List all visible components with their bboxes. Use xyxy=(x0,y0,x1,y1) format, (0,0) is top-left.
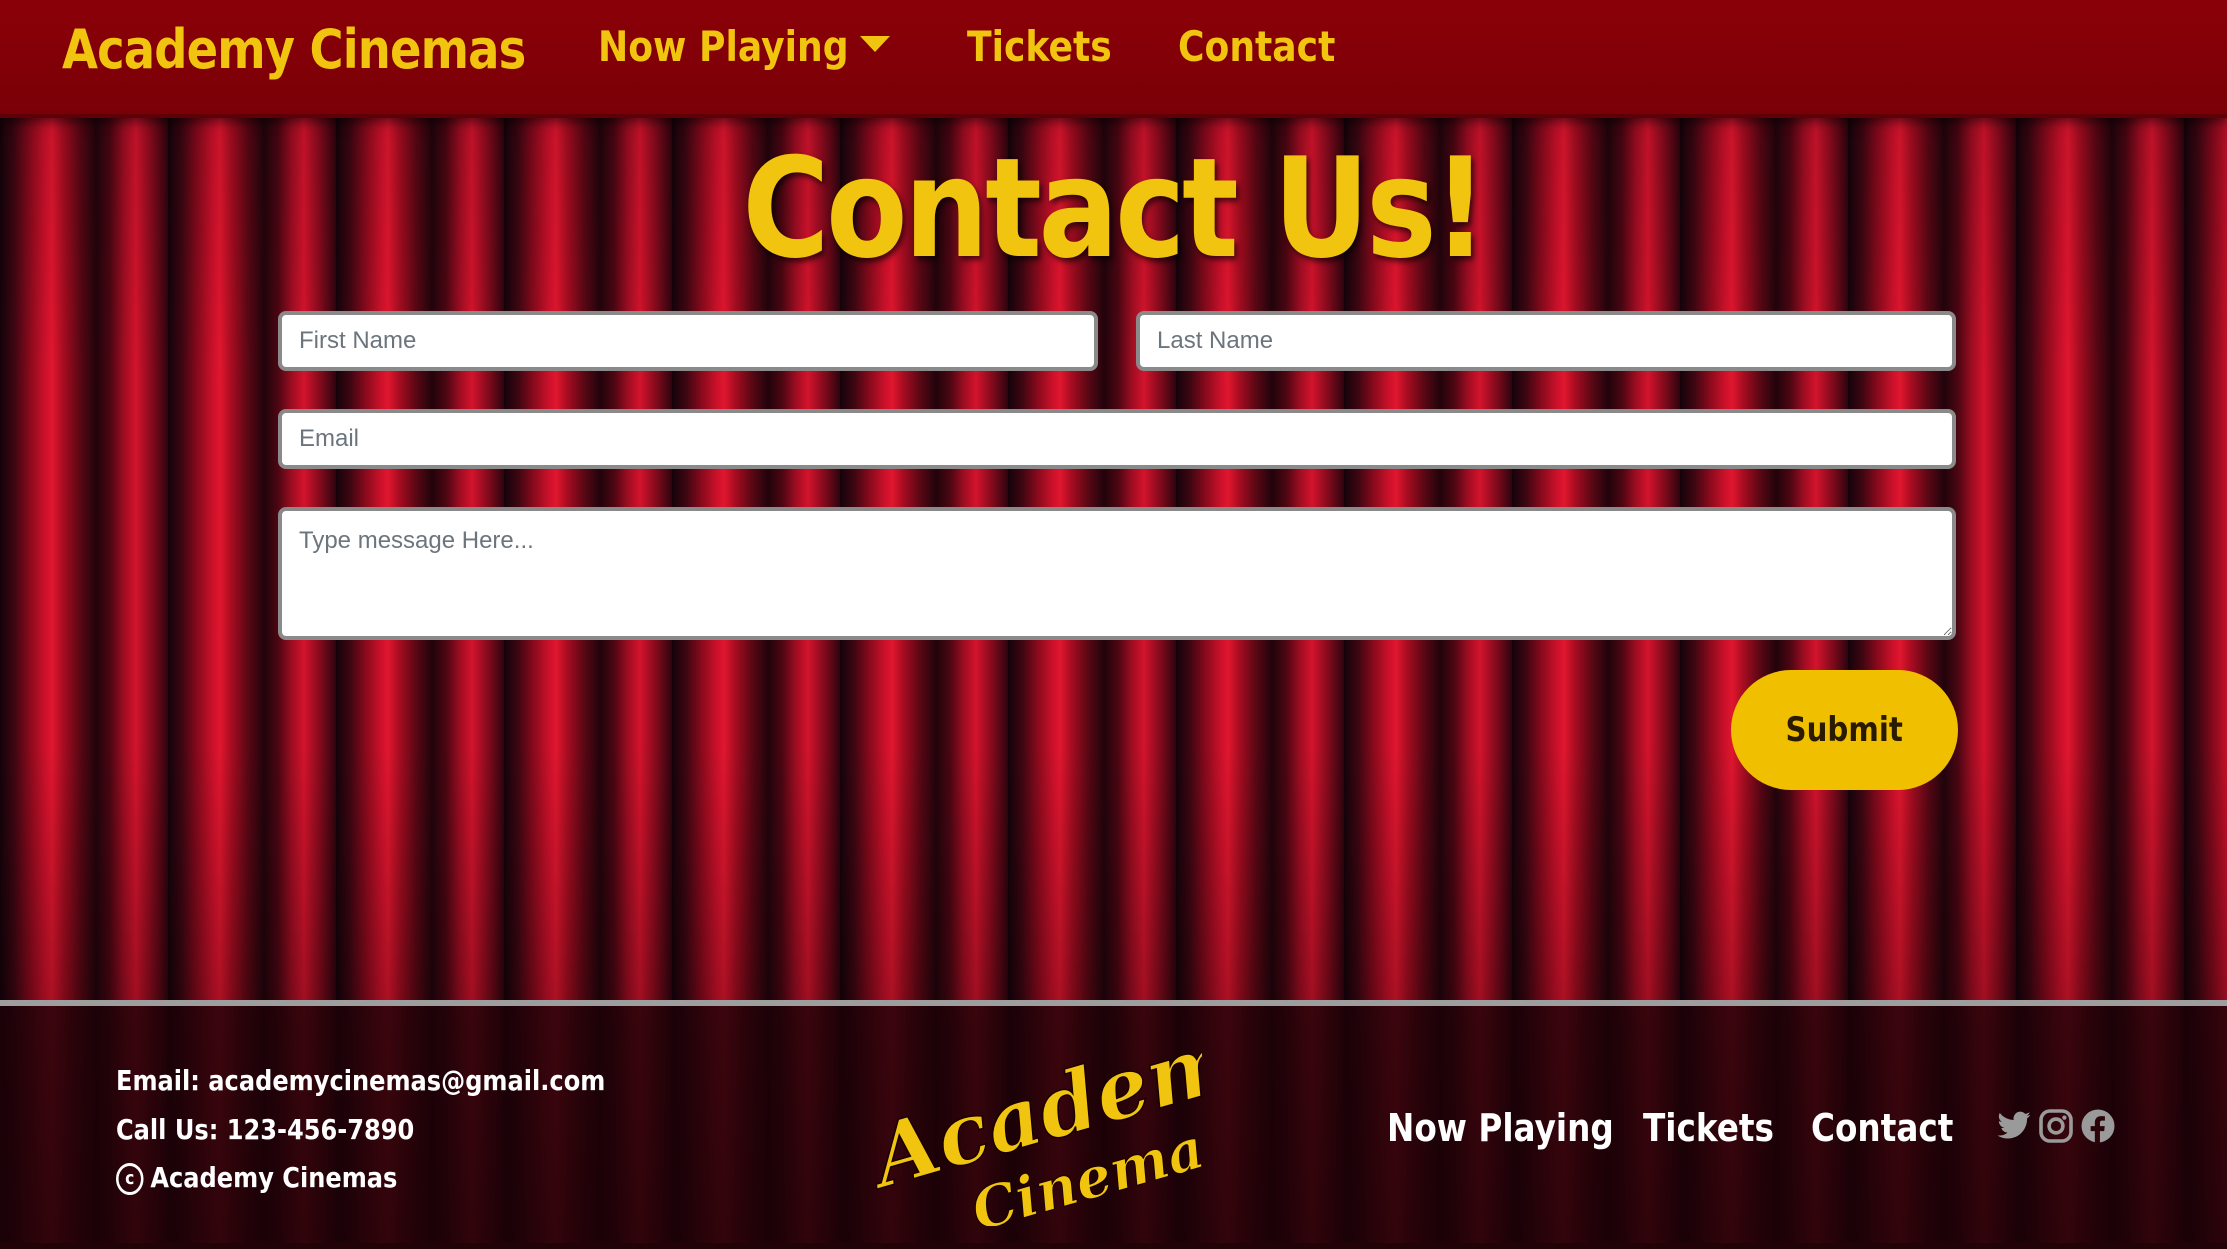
submit-button[interactable]: Submit xyxy=(1731,670,1958,790)
copyright-icon: c xyxy=(116,1163,144,1195)
footer-phone: Call Us: 123-456-7890 xyxy=(116,1113,415,1146)
nav-tickets[interactable]: Tickets xyxy=(967,22,1112,71)
navbar: Academy Cinemas Now Playing Tickets Cont… xyxy=(0,0,2227,118)
footer-nav-contact[interactable]: Contact xyxy=(1811,1106,1953,1150)
first-name-field[interactable] xyxy=(278,311,1098,371)
message-textarea[interactable] xyxy=(278,507,1956,640)
email-field[interactable] xyxy=(278,409,1956,469)
page-title: Contact Us! xyxy=(742,128,1488,289)
nav-now-playing[interactable]: Now Playing xyxy=(598,22,849,71)
footer-copyright: c Academy Cinemas xyxy=(116,1161,397,1195)
twitter-icon[interactable] xyxy=(1996,1108,2032,1144)
chevron-down-icon[interactable] xyxy=(860,36,890,52)
academy-cinemas-logo: Academy Cinemas xyxy=(862,1026,1202,1226)
nav-contact[interactable]: Contact xyxy=(1178,22,1335,71)
footer-nav-tickets[interactable]: Tickets xyxy=(1643,1106,1774,1150)
instagram-icon[interactable] xyxy=(2038,1108,2074,1144)
facebook-icon[interactable] xyxy=(2080,1108,2116,1144)
footer-nav-now-playing[interactable]: Now Playing xyxy=(1387,1106,1614,1150)
footer-copyright-text: Academy Cinemas xyxy=(150,1161,398,1194)
brand-logo-link[interactable]: Academy Cinemas xyxy=(62,18,526,81)
last-name-field[interactable] xyxy=(1136,311,1956,371)
footer-email: Email: academycinemas@gmail.com xyxy=(116,1064,606,1097)
